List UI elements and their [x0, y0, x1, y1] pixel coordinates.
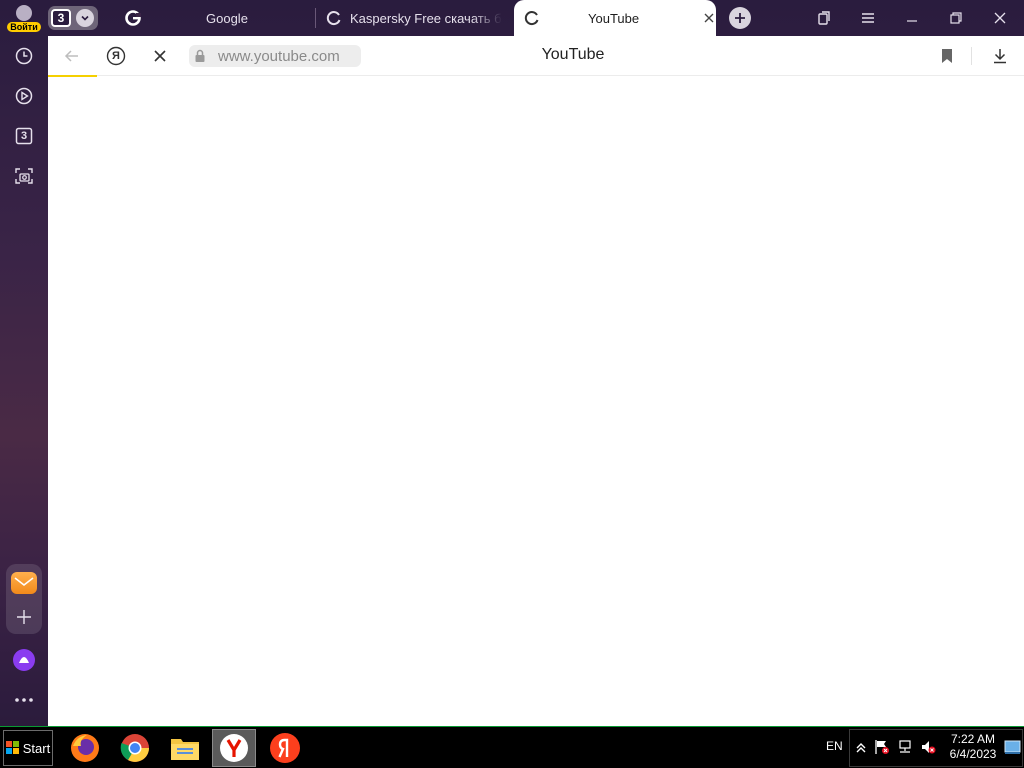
tab-youtube-active[interactable]: YouTube — [514, 0, 716, 36]
user-avatar-icon — [16, 5, 32, 21]
network-icon[interactable] — [897, 739, 913, 755]
loading-icon — [524, 10, 540, 26]
history-clock-icon[interactable] — [12, 44, 36, 68]
mail-icon[interactable] — [11, 572, 37, 594]
restore-icon — [950, 12, 962, 24]
address-bar[interactable]: www.youtube.com — [189, 45, 361, 67]
download-icon — [994, 49, 1006, 64]
tab-kaspersky[interactable]: Kaspersky Free скачать б — [316, 0, 512, 36]
new-tab-button[interactable] — [729, 7, 751, 29]
close-icon — [994, 12, 1006, 24]
play-circle-icon[interactable] — [12, 84, 36, 108]
alice-assistant-icon[interactable] — [12, 648, 36, 672]
page-content: Я www.youtube.com YouTube — [48, 36, 1024, 726]
yandex-browser-icon[interactable] — [212, 729, 256, 767]
lock-icon — [194, 49, 206, 63]
start-button[interactable]: Start — [3, 730, 53, 766]
clock-time: 7:22 AM — [950, 732, 996, 746]
hamburger-menu-icon — [862, 13, 874, 23]
close-tab-icon[interactable] — [702, 11, 716, 25]
address-toolbar: Я www.youtube.com YouTube — [48, 36, 1024, 77]
minimize-icon — [907, 20, 917, 22]
restore-button[interactable] — [946, 8, 966, 28]
volume-muted-icon[interactable] — [920, 739, 936, 755]
firefox-icon[interactable] — [63, 729, 107, 767]
page-load-progress — [48, 75, 97, 77]
clock[interactable]: 7:22 AM 6/4/2023 — [945, 732, 1001, 762]
login-label: Войти — [7, 22, 41, 32]
bookmark-button[interactable] — [937, 46, 957, 66]
file-explorer-icon[interactable] — [163, 729, 207, 767]
tab-count-icon[interactable]: 3 — [12, 124, 36, 148]
toolbar-divider — [971, 47, 972, 65]
stop-loading-button[interactable] — [150, 46, 170, 66]
yandex-button[interactable]: Я — [106, 46, 126, 66]
start-label: Start — [22, 740, 51, 756]
chrome-icon[interactable] — [113, 729, 157, 767]
bookmark-icon — [942, 49, 952, 63]
add-icon[interactable] — [12, 605, 36, 629]
collections-button[interactable] — [814, 8, 834, 28]
close-window-button[interactable] — [990, 8, 1010, 28]
chevron-up-icon[interactable] — [853, 739, 869, 755]
back-button[interactable] — [62, 46, 82, 66]
more-dots-icon[interactable] — [12, 688, 36, 712]
google-icon — [124, 9, 142, 27]
page-title: YouTube — [541, 46, 605, 63]
tab-title: Google — [206, 10, 248, 26]
arrow-left-icon — [64, 50, 78, 62]
chevron-down-icon — [76, 9, 94, 27]
tab-google[interactable]: Google — [112, 0, 308, 36]
minimize-button[interactable] — [902, 8, 922, 28]
screenshot-camera-icon[interactable] — [12, 164, 36, 188]
tab-strip: Войти 3 Google Kaspersky Free скачать б … — [0, 0, 1024, 36]
profile-button[interactable]: Войти — [6, 4, 42, 34]
show-desktop-button[interactable] — [1004, 738, 1021, 756]
tab-count: 3 — [51, 9, 71, 27]
tab-count-button[interactable]: 3 — [48, 6, 98, 30]
windows-logo-icon — [5, 741, 19, 754]
yandex-letter: Я — [112, 50, 120, 62]
yandex-icon[interactable] — [263, 729, 307, 767]
sidebar-tab-count: 3 — [20, 130, 28, 142]
url-text: www.youtube.com — [218, 47, 340, 65]
plus-icon — [735, 13, 745, 23]
tab-title: Kaspersky Free скачать б — [350, 10, 502, 26]
collections-icon — [818, 11, 830, 25]
loading-icon — [326, 10, 342, 26]
language-indicator[interactable]: EN — [826, 739, 843, 753]
downloads-button[interactable] — [990, 46, 1010, 66]
tab-title: YouTube — [588, 10, 640, 26]
clock-date: 6/4/2023 — [949, 747, 997, 761]
close-icon — [154, 50, 166, 62]
sidebar: 3 — [0, 36, 48, 726]
action-center-flag-icon[interactable] — [874, 739, 890, 755]
taskbar: Start EN 7:22 AM 6/4/2023 — [0, 726, 1024, 768]
menu-button[interactable] — [858, 8, 878, 28]
